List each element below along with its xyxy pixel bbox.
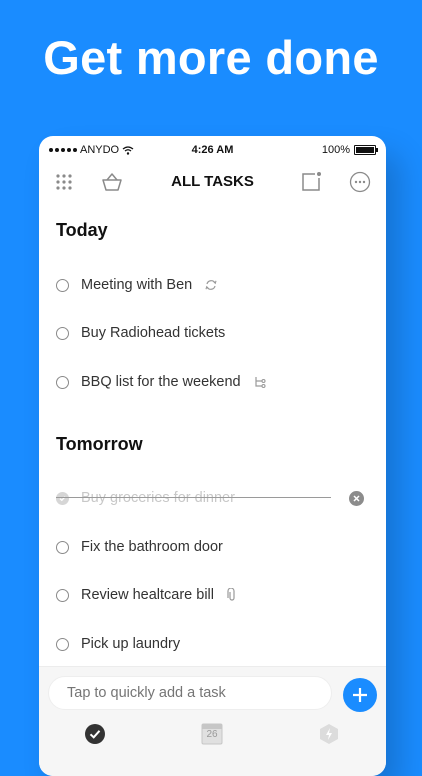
battery-info: 100% xyxy=(321,144,378,156)
task-item[interactable]: Buy Radiohead tickets xyxy=(56,318,368,348)
task-checkbox[interactable] xyxy=(56,278,69,292)
task-label: Review healtcare bill xyxy=(81,587,214,603)
task-item[interactable]: Fix the bathroom door xyxy=(56,532,368,562)
recurring-icon xyxy=(204,278,218,292)
task-label: BBQ list for the weekend xyxy=(81,374,241,390)
remove-task-button[interactable] xyxy=(349,490,364,506)
task-label: Meeting with Ben xyxy=(81,277,193,293)
section-title-tomorrow: Tomorrow xyxy=(56,434,143,454)
status-bar: ANYDO 4:26 AM 100% xyxy=(39,136,386,164)
quick-add-input[interactable] xyxy=(48,676,332,710)
task-item[interactable]: Review healtcare bill xyxy=(56,580,368,610)
close-icon xyxy=(353,494,360,502)
task-label: Buy Radiohead tickets xyxy=(81,325,226,341)
plus-icon xyxy=(353,688,367,702)
note-icon[interactable] xyxy=(298,169,324,195)
battery-percent: 100% xyxy=(321,144,350,156)
tasks-tab-icon[interactable] xyxy=(83,722,107,746)
task-checkbox[interactable] xyxy=(56,375,69,389)
strikethrough-line xyxy=(56,497,331,498)
task-label: Pick up laundry xyxy=(81,636,181,652)
attachment-icon xyxy=(226,588,238,602)
task-checkbox[interactable] xyxy=(56,540,69,554)
page-title: ALL TASKS xyxy=(171,173,254,190)
task-item-completed[interactable]: Buy groceries for dinner xyxy=(56,483,368,513)
task-checkbox[interactable] xyxy=(56,588,69,602)
calendar-day-number: 26 xyxy=(206,729,218,740)
moment-tab-icon[interactable] xyxy=(317,722,341,746)
task-item[interactable]: Pick up laundry xyxy=(56,629,368,659)
section-title-today: Today xyxy=(56,220,108,240)
task-checkbox-checked[interactable] xyxy=(56,491,69,505)
task-label: Buy groceries for dinner xyxy=(81,490,235,506)
task-item[interactable]: Meeting with Ben xyxy=(56,270,368,300)
headline: Get more done xyxy=(43,31,379,84)
check-icon xyxy=(59,495,66,501)
battery-icon xyxy=(354,145,378,155)
bottom-area: 26 xyxy=(39,666,386,776)
more-icon[interactable] xyxy=(347,169,373,195)
nav-bar: ALL TASKS xyxy=(39,164,386,200)
tab-bar: 26 xyxy=(39,720,386,776)
task-checkbox[interactable] xyxy=(56,326,69,340)
task-item[interactable]: BBQ list for the weekend xyxy=(56,367,368,397)
task-label: Fix the bathroom door xyxy=(81,539,223,555)
add-task-button[interactable] xyxy=(343,678,377,712)
task-checkbox[interactable] xyxy=(56,637,69,651)
subtasks-icon xyxy=(253,375,267,389)
phone-screen: ANYDO 4:26 AM 100% ALL TASKS Today Meeti… xyxy=(39,136,386,776)
calendar-tab-icon[interactable]: 26 xyxy=(200,722,224,746)
